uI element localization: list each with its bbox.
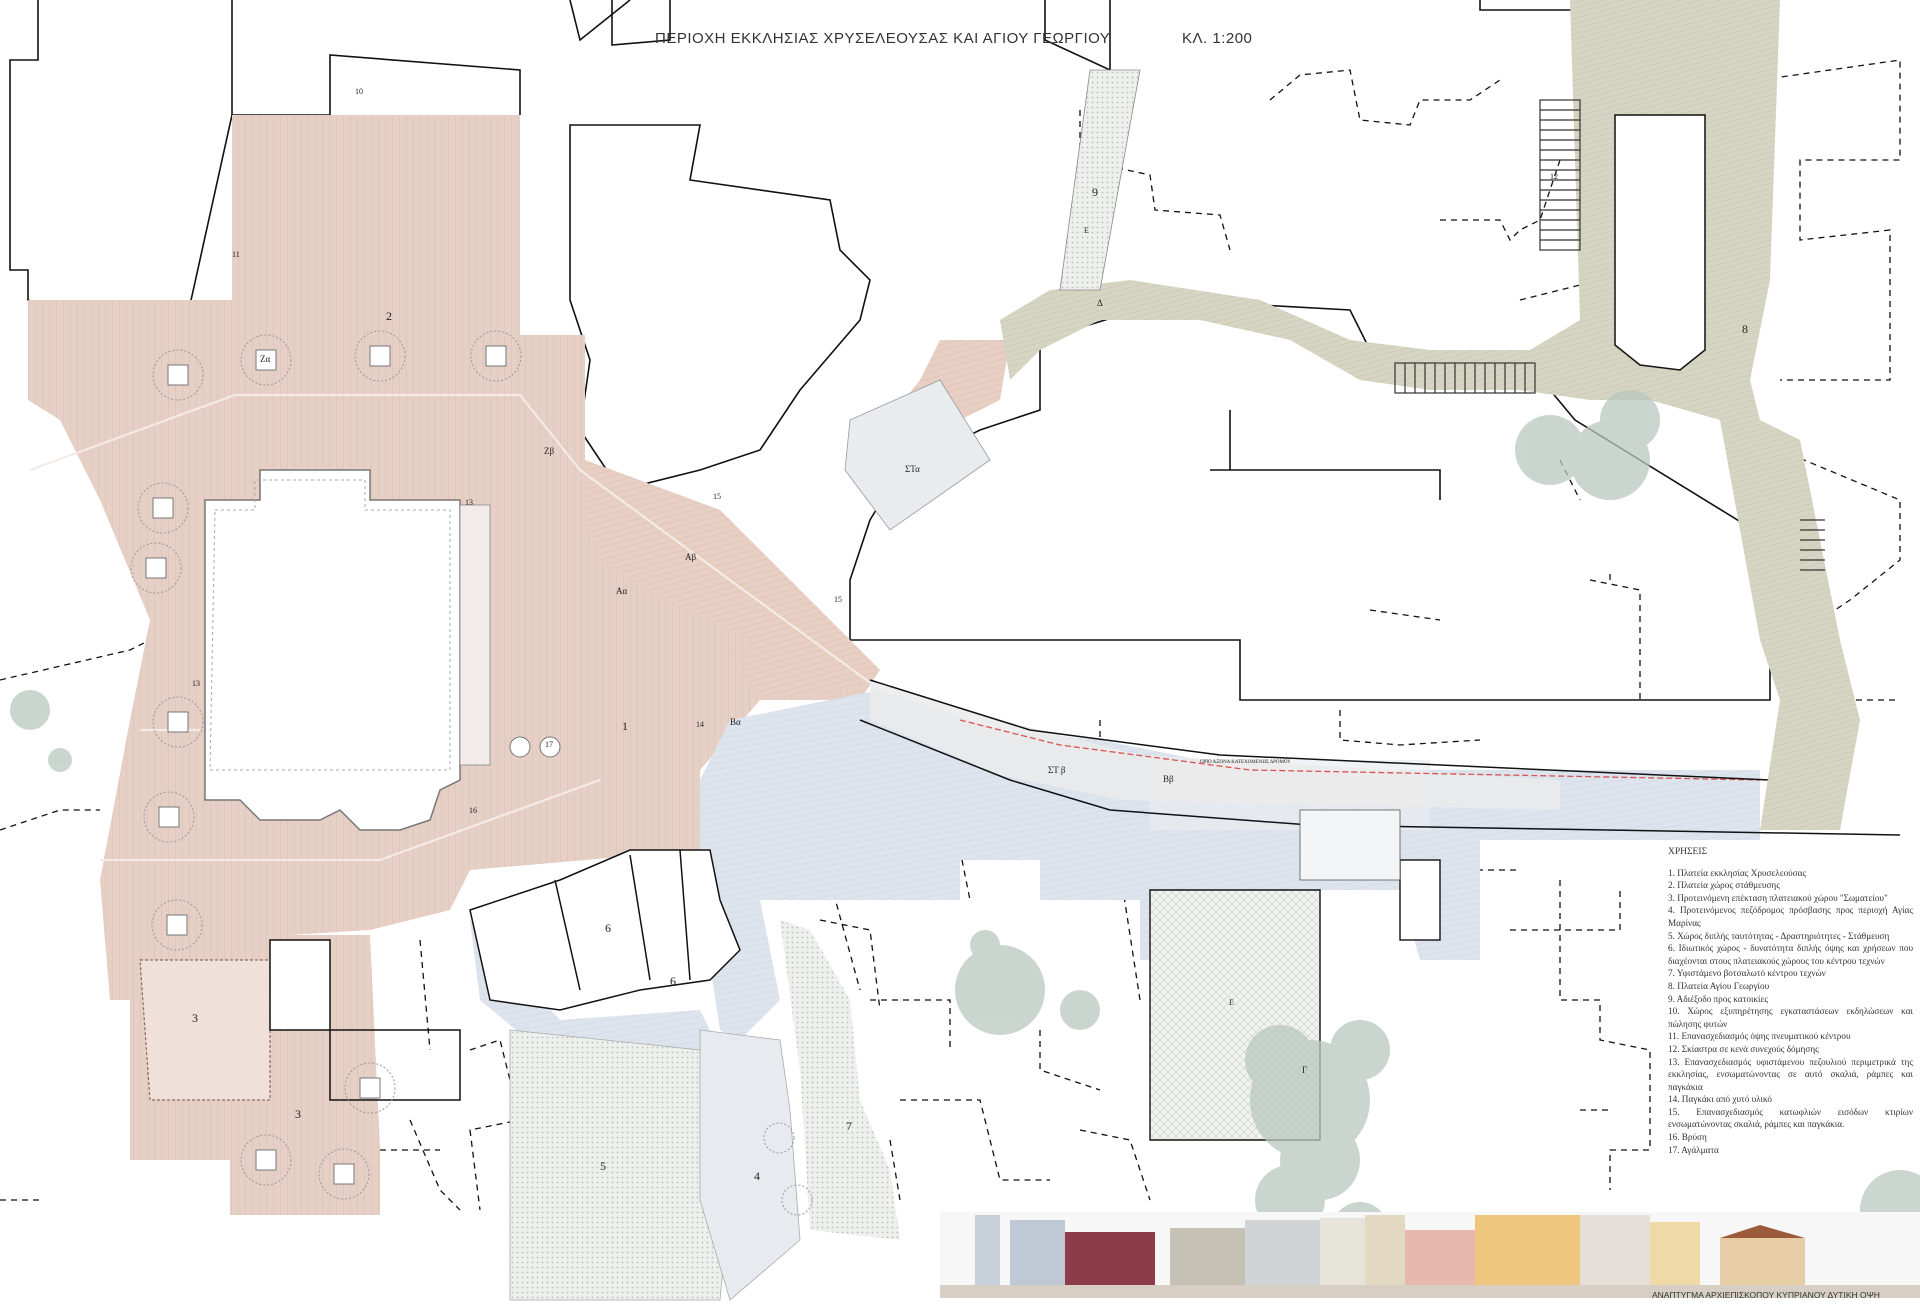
drawing-title: ΠΕΡΙΟΧΗ ΕΚΚΛΗΣΙΑΣ ΧΡΥΣΕΛΕΟΥΣΑΣ ΚΑΙ ΑΓΙΟΥ… [655,30,1111,47]
label-z17: 17 [545,740,553,749]
legend-item: 2. Πλατεία χώρος στάθμευσης [1668,880,1780,891]
road-axis-label: ΟΡΙΟ ΑΞΟΝΑ ΚΑΤΕΧΟΜΕΝΗΣ ΔΡΟΜΟΥ [1200,760,1291,765]
label-z15a: 15 [713,492,721,501]
label-aa: Αα [616,586,627,596]
site-plan: 1 2 3 3 4 5 6 6 7 8 9 10 11 12 13 13 14 … [0,0,1920,1304]
street-elevation [940,1212,1920,1298]
drawing-scale: ΚΛ. 1:200 [1182,30,1253,47]
label-g: Γ [1302,1065,1307,1075]
label-z3b: 3 [295,1107,301,1121]
label-z10: 10 [355,87,363,96]
label-z6a: 6 [605,921,611,935]
label-z16: 16 [469,806,477,815]
legend-item: 13. Επανασχεδιασμός υφιστάμενου πεζουλιο… [1668,1056,1913,1092]
legend-heading: ΧΡΗΣΕΙΣ [1668,847,1708,857]
label-z9: 9 [1092,185,1098,199]
label-sta: ΣΤα [905,464,920,474]
label-z8: 8 [1742,322,1748,336]
legend-item: 9. Αδιέξοδο προς κατοικίες [1668,993,1769,1004]
legend-item: 8. Πλατεία Αγίου Γεωργίου [1668,980,1770,991]
legend-item: 12. Σκίαστρα σε κενά συνεχούς δόμησης [1668,1043,1819,1054]
legend: ΧΡΗΣΕΙΣ 1. Πλατεία εκκλησίας Χρυσελεούσα… [1668,846,1913,1156]
legend-item: 16. Βρύση [1668,1132,1707,1143]
legend-item: 1. Πλατεία εκκλησίας Χρυσελεούσας [1668,867,1807,878]
label-z2: 2 [386,309,392,323]
legend-item: 5. Χώρος διπλής ταυτότητας - Δραστηριότη… [1668,930,1890,941]
label-z11: 11 [232,250,240,259]
label-z12: 12 [1550,172,1558,181]
label-z5: 5 [600,1159,606,1173]
label-ba: Βα [730,717,741,727]
label-e2: Ε [1229,998,1234,1007]
legend-item: 3. Προτεινόμενη επέκταση πλατειακού χώρο… [1668,892,1888,903]
legend-item: 7. Υφιστάμενο βοτσαλωτό κέντρου τεχνών [1668,968,1826,979]
label-z6b: 6 [670,974,676,988]
label-d: Δ [1097,298,1103,308]
label-ab: Αβ [685,552,696,562]
legend-item: 10. Χώρος εξυπηρέτησης εγκαταστάσεων εκδ… [1668,1006,1913,1029]
elevation-caption: ΑΝΑΠΤΥΓΜΑ ΑΡΧΙΕΠΙΣΚΟΠΟΥ ΚΥΠΡΙΑΝΟΥ ΔΥΤΙΚΗ… [1652,1290,1880,1300]
label-z1: 1 [622,719,628,733]
zone-9-path [1059,69,1141,291]
label-z15b: 15 [834,595,842,604]
label-z3a: 3 [192,1011,198,1025]
church-building [204,469,491,831]
legend-item: 11. Επανασχεδιασμός όψης πνευματικού κέν… [1668,1031,1851,1042]
label-zb: Ζβ [544,446,554,456]
label-z13b: 13 [192,679,200,688]
legend-item: 14. Παγκάκι από χυτό υλικό [1668,1094,1772,1105]
label-z13a: 13 [465,498,473,507]
label-bb: Ββ [1163,774,1174,784]
site-plan-drawing: 1 2 3 3 4 5 6 6 7 8 9 10 11 12 13 13 14 … [0,0,1920,1301]
legend-item: 6. Ιδιωτικός χώρος - δυνατότητα διπλής ό… [1668,943,1913,966]
label-z4: 4 [754,1169,760,1183]
label-z14: 14 [696,720,704,729]
legend-item: 15. Επανασχεδιασμός κατωφλιών εισόδων κτ… [1668,1106,1913,1130]
label-z7: 7 [846,1119,852,1133]
label-e1: Ε [1084,226,1089,235]
legend-item: 4. Προτεινόμενος πεζόδρομος πρόσβασης πρ… [1668,905,1913,928]
legend-item: 17. Αγάλματα [1668,1144,1719,1155]
label-za: Ζα [260,354,270,364]
label-stb: ΣΤ β [1048,765,1066,775]
